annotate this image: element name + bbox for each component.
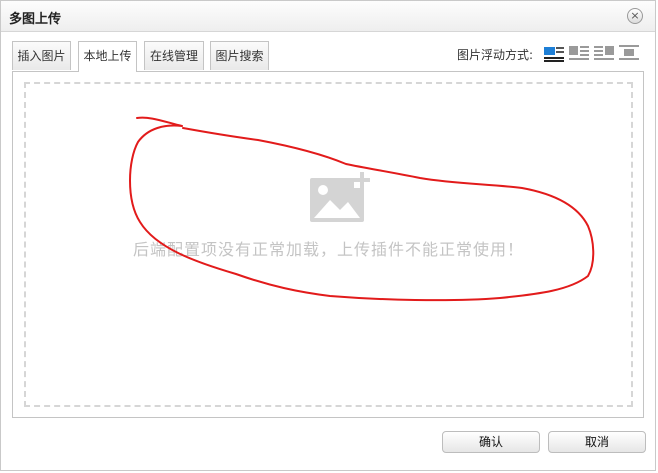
tab-local-upload[interactable]: 本地上传 — [78, 41, 137, 72]
align-center-icon[interactable] — [619, 44, 639, 62]
upload-error-message: 后端配置项没有正常加载，上传插件不能正常使用！ — [132, 240, 524, 259]
tab-insert-image[interactable]: 插入图片 — [12, 41, 71, 70]
upload-dropzone[interactable]: 后端配置项没有正常加载，上传插件不能正常使用！ — [24, 82, 633, 407]
dialog-titlebar[interactable]: 多图上传 × — [1, 1, 655, 32]
align-none-icon[interactable] — [544, 44, 564, 62]
cancel-button[interactable]: 取消 — [548, 431, 646, 453]
confirm-button[interactable]: 确认 — [442, 431, 540, 453]
float-mode-label: 图片浮动方式: — [457, 48, 534, 62]
close-icon[interactable]: × — [627, 8, 643, 24]
multi-image-upload-dialog: 多图上传 × 插入图片 本地上传 在线管理 图片搜索 图片浮动方式: 后端配置项… — [0, 0, 656, 471]
local-upload-panel: 后端配置项没有正常加载，上传插件不能正常使用！ — [12, 71, 644, 418]
align-right-icon[interactable] — [594, 44, 614, 62]
tab-image-search[interactable]: 图片搜索 — [210, 41, 269, 70]
align-left-icon[interactable] — [569, 44, 589, 62]
dialog-title: 多图上传 — [9, 12, 62, 27]
tab-online-manage[interactable]: 在线管理 — [144, 41, 204, 70]
image-add-icon[interactable] — [310, 172, 370, 224]
